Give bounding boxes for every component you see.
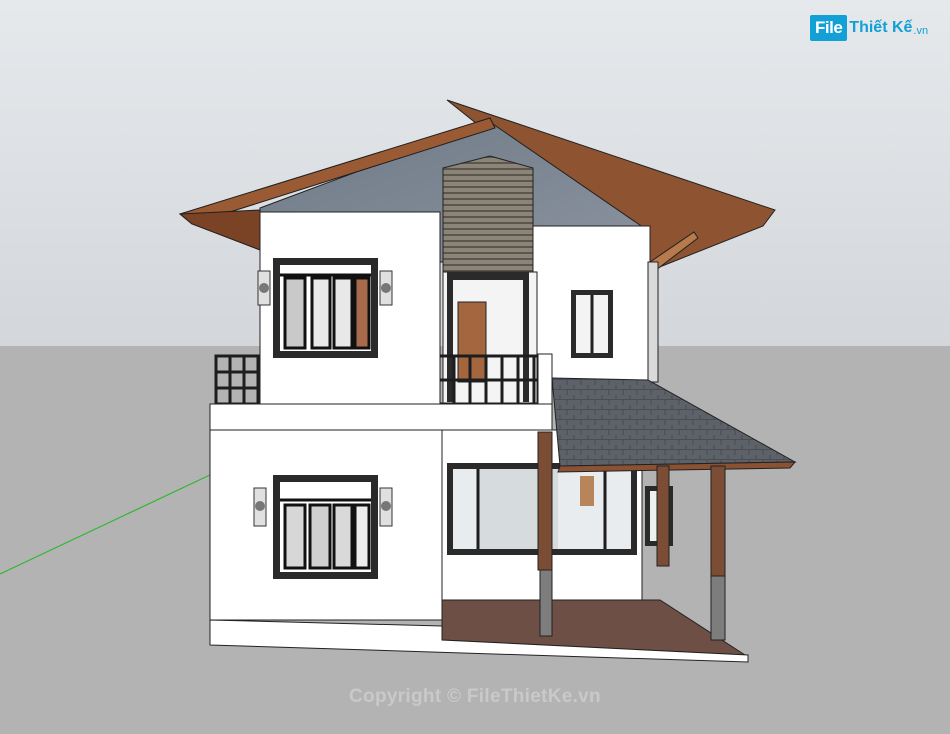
balcony-door [457, 301, 487, 383]
balcony-frame-top [447, 272, 529, 280]
window-upper-right [571, 290, 613, 358]
wall-lamp-upper-left [257, 270, 271, 306]
porch-column-3 [710, 465, 726, 641]
upper-wall-side [647, 261, 659, 383]
window-lower-left [273, 475, 378, 579]
copyright-watermark: Copyright © FileThietKe.vn [349, 686, 601, 707]
floor-slab [209, 403, 553, 431]
brand-logo: File Thiết Kế .vn [810, 12, 928, 44]
porch-column-2 [656, 465, 670, 567]
balcony-recess [442, 271, 538, 407]
wall-lamp-upper-right [379, 270, 393, 306]
logo-part-file: File [810, 15, 848, 41]
logo-part-vn: .vn [913, 25, 929, 37]
balcony-side-wall [537, 353, 553, 409]
window-upper-left [273, 258, 378, 358]
balcony-post-left [447, 272, 453, 402]
wall-lamp-lower-left [253, 487, 267, 527]
house-3d-render [0, 0, 950, 734]
balcony-post-right [523, 272, 529, 402]
slat-panel [442, 155, 534, 276]
sketchup-viewport: File Thiết Kế .vn Copyright © FileThietK… [0, 0, 950, 734]
porch-column-1 [537, 431, 553, 637]
logo-part-thietke: Thiết Kế [849, 19, 913, 36]
wall-lamp-lower-right [379, 487, 393, 527]
